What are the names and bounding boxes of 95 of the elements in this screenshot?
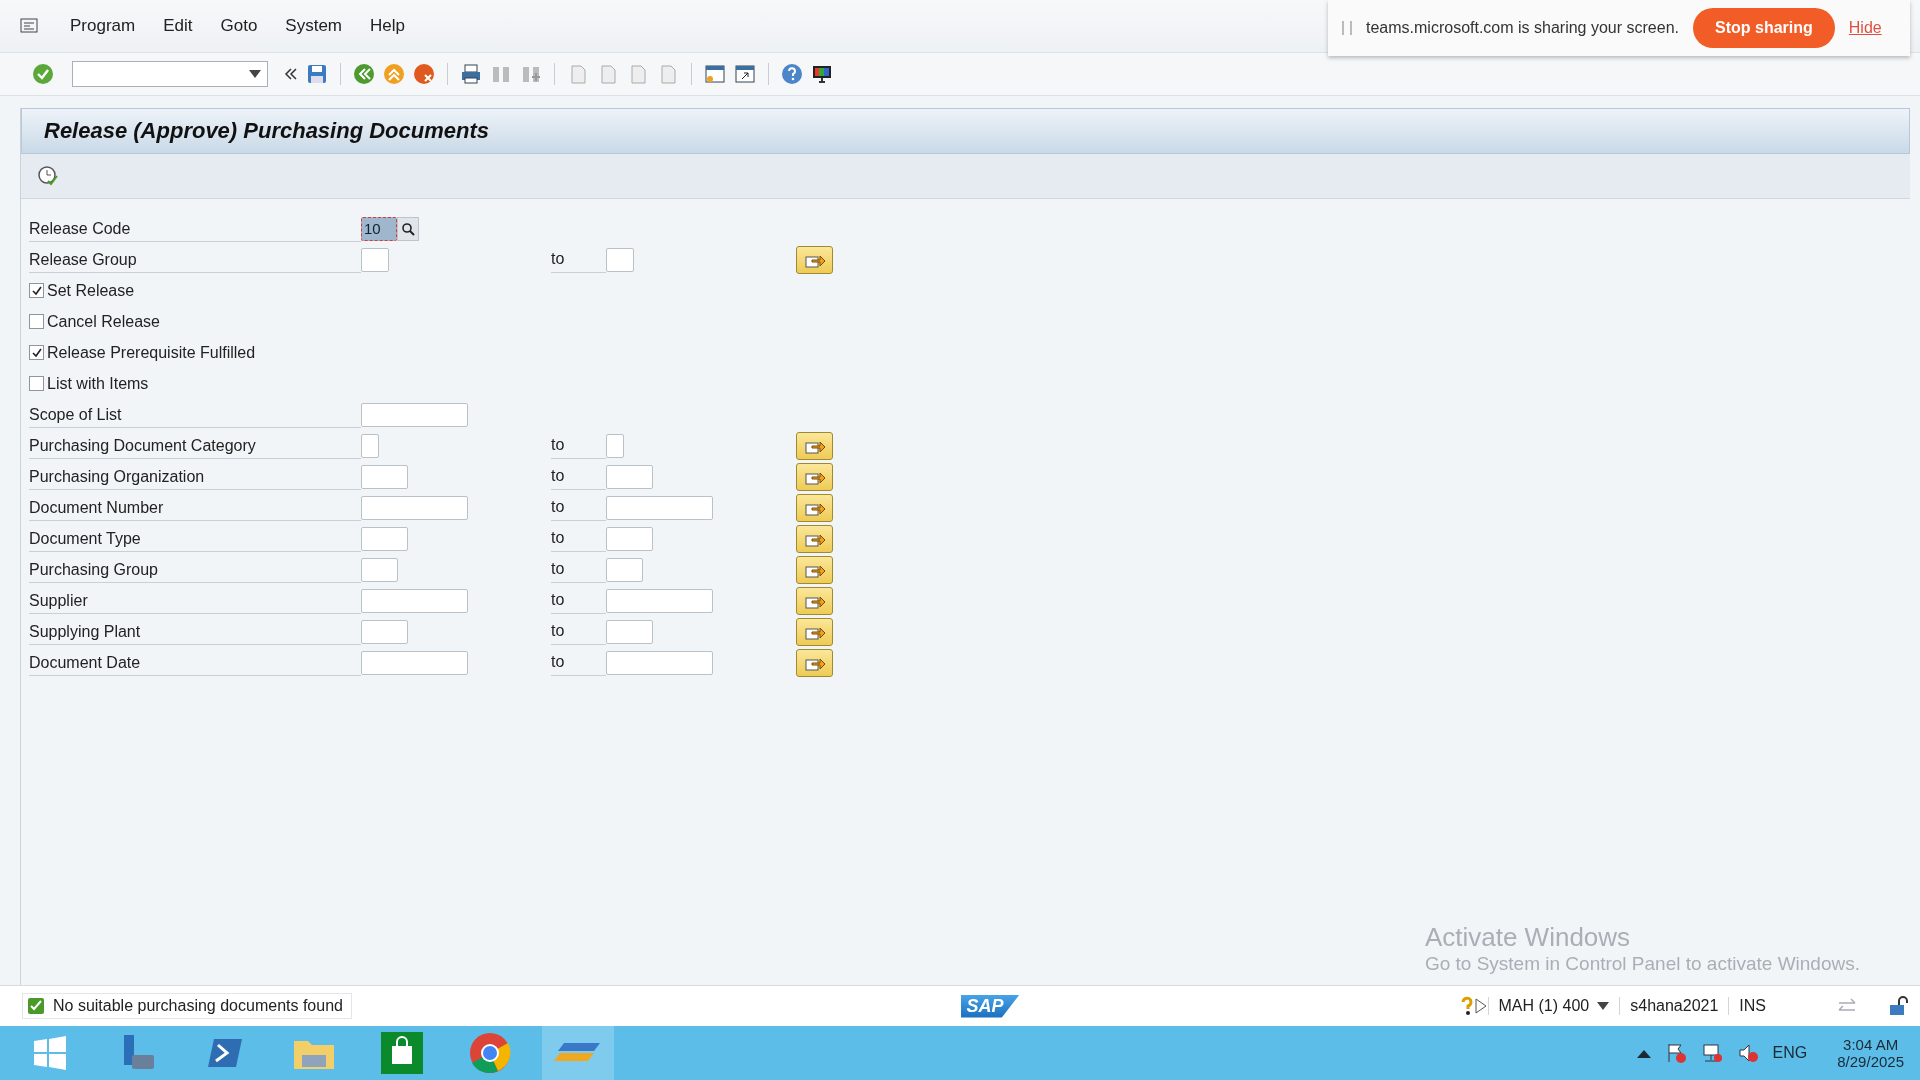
- multiple-selection-button[interactable]: [796, 493, 833, 522]
- input-field[interactable]: [606, 526, 653, 551]
- checkbox-label: Set Release: [47, 281, 135, 300]
- command-field[interactable]: [72, 61, 268, 87]
- multiple-selection-button[interactable]: [796, 648, 833, 677]
- save-icon[interactable]: [306, 63, 328, 85]
- search-icon[interactable]: [401, 221, 415, 236]
- checkbox[interactable]: [29, 345, 44, 360]
- exit-icon[interactable]: [383, 63, 405, 85]
- input-field[interactable]: [606, 650, 713, 675]
- print-icon[interactable]: [460, 63, 482, 85]
- menu-item[interactable]: Program: [70, 16, 136, 36]
- input-field[interactable]: [361, 619, 408, 644]
- input-field[interactable]: [361, 402, 468, 427]
- logo: SAP: [960, 994, 1020, 1018]
- check-mark-icon: [30, 346, 43, 359]
- multiple-selection-button[interactable]: [796, 462, 833, 491]
- field-label: Release Code: [29, 215, 361, 242]
- activation-title: Activate Windows: [1424, 922, 1632, 953]
- checkbox-label: Release Prerequisite Fulfilled: [47, 343, 256, 362]
- multiple-selection-button[interactable]: [796, 524, 833, 553]
- store-icon[interactable]: [381, 1032, 423, 1074]
- shortcut-icon[interactable]: [734, 63, 756, 85]
- grip-icon[interactable]: [1342, 21, 1352, 35]
- input-field[interactable]: [361, 557, 398, 582]
- input-mode: INS: [1728, 997, 1776, 1015]
- input-field[interactable]: [606, 247, 634, 272]
- field-label: Purchasing Organization: [29, 463, 361, 490]
- input-field[interactable]: [361, 247, 389, 272]
- input-field[interactable]: [361, 495, 468, 520]
- menu-item[interactable]: Edit: [163, 16, 193, 36]
- checkbox[interactable]: [29, 314, 44, 329]
- search-help-button[interactable]: [397, 216, 419, 241]
- success-icon[interactable]: [27, 997, 45, 1015]
- field-label: Document Number: [29, 494, 361, 521]
- input-field[interactable]: [361, 588, 468, 613]
- status-message: No suitable purchasing documents found: [22, 993, 352, 1019]
- input-field[interactable]: [361, 464, 408, 489]
- input-field[interactable]: [606, 495, 713, 520]
- release-code-input[interactable]: 10: [361, 216, 397, 241]
- back-icon[interactable]: [353, 63, 375, 85]
- input-field[interactable]: [606, 588, 713, 613]
- window-icon[interactable]: [704, 63, 726, 85]
- multiple-selection-button[interactable]: [796, 617, 833, 646]
- field-label: Release Group: [29, 246, 361, 273]
- input-field[interactable]: [361, 433, 379, 458]
- menu-item[interactable]: Help: [370, 16, 405, 36]
- menu-item[interactable]: Goto: [220, 16, 258, 36]
- language-indicator[interactable]: ENG: [1772, 1044, 1808, 1062]
- clock[interactable]: 3:04 AM 8/29/2025: [1837, 1036, 1904, 1070]
- input-field[interactable]: [361, 526, 408, 551]
- multiple-selection-button[interactable]: [796, 586, 833, 615]
- input-field[interactable]: [361, 650, 468, 675]
- network-icon[interactable]: [1700, 1042, 1723, 1064]
- monitor-icon[interactable]: [811, 63, 833, 85]
- windows-icon[interactable]: [32, 1035, 68, 1071]
- checkbox[interactable]: [29, 283, 44, 298]
- sharing-text: teams.microsoft.com is sharing your screen.: [1366, 19, 1679, 37]
- server-name: s4hana2021: [1619, 997, 1729, 1015]
- multiple-selection-button[interactable]: [796, 431, 833, 460]
- chevron-up-icon[interactable]: [1636, 1048, 1651, 1058]
- help-icon[interactable]: [1459, 996, 1474, 1016]
- checkbox-label: List with Items: [47, 374, 149, 393]
- check-mark-icon: [30, 284, 43, 297]
- field-label: Document Type: [29, 525, 361, 552]
- field-label: Document Date: [29, 649, 361, 676]
- check-icon[interactable]: [32, 63, 54, 85]
- taskbar-app[interactable]: [542, 1026, 614, 1080]
- menu-item[interactable]: System: [285, 16, 343, 36]
- execute-icon[interactable]: [37, 165, 59, 187]
- mute-icon[interactable]: [1736, 1042, 1759, 1064]
- multiple-selection-button[interactable]: [796, 245, 833, 274]
- dropdown-icon: [249, 70, 261, 78]
- dropdown-icon: [1597, 1002, 1610, 1010]
- play-icon[interactable]: [1473, 998, 1488, 1014]
- multiple-selection-button[interactable]: [796, 555, 833, 584]
- input-field[interactable]: [606, 557, 643, 582]
- hide-link[interactable]: Hide: [1848, 19, 1882, 37]
- collapse-icon[interactable]: [284, 67, 298, 81]
- input-field[interactable]: [606, 433, 624, 458]
- field-label: Supplier: [29, 587, 361, 614]
- browser-icon[interactable]: [468, 1031, 512, 1075]
- screen-title: Release (Approve) Purchasing Documents: [44, 118, 489, 144]
- cancel-icon[interactable]: [413, 63, 435, 85]
- checkbox-label: Cancel Release: [47, 312, 160, 331]
- input-field[interactable]: [606, 619, 653, 644]
- lock-icon[interactable]: [1888, 995, 1910, 1017]
- field-label: Supplying Plant: [29, 618, 361, 645]
- input-field[interactable]: [606, 464, 653, 489]
- checkbox[interactable]: [29, 376, 44, 391]
- system-info[interactable]: MAH (1) 400: [1487, 997, 1620, 1015]
- field-label: Purchasing Document Category: [29, 432, 361, 459]
- field-label: Purchasing Group: [29, 556, 361, 583]
- activation-text: Go to System in Control Panel to activate Windows.: [1424, 953, 1860, 975]
- field-label: Scope of List: [29, 401, 361, 428]
